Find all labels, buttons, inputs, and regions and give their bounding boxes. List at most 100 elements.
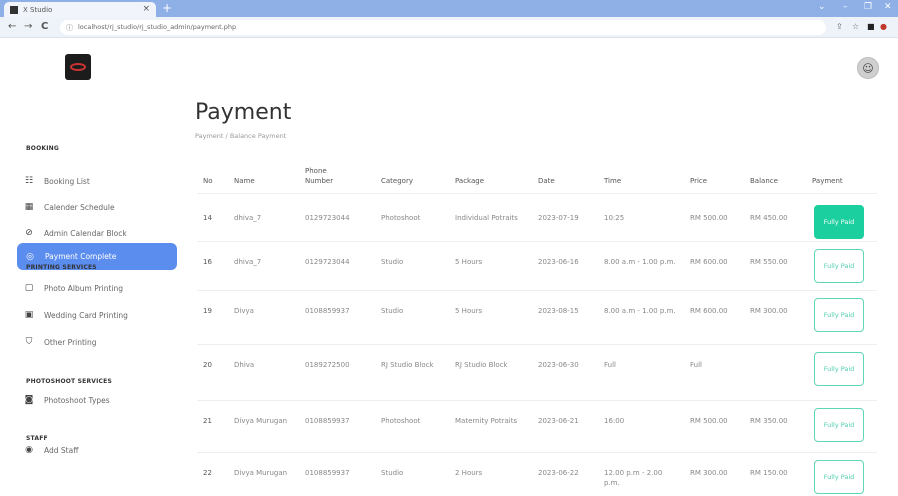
user-icon: ◉: [25, 445, 33, 455]
cell-phone: 0129723044: [305, 258, 350, 266]
printer-icon: ⛉: [25, 337, 33, 347]
cell-price: RM 500.00: [690, 417, 728, 425]
fully-paid-button[interactable]: Fully Paid: [814, 205, 864, 239]
cell-time: 10:25: [604, 214, 625, 222]
maximize-icon[interactable]: ❐: [864, 2, 872, 12]
row-divider: [197, 344, 877, 345]
back-button[interactable]: ←: [8, 21, 16, 32]
sidebar-item-add-staff[interactable]: ◉ Add Staff: [22, 439, 78, 461]
fully-paid-button[interactable]: Fully Paid: [814, 460, 864, 494]
sidebar-item-label: Add Staff: [44, 445, 79, 455]
sidebar: BOOKING ☷ Booking List ▦ Calender Schedu…: [0, 38, 190, 496]
col-header-phone: Phone Number: [305, 167, 334, 185]
sidebar-item-calender-schedule[interactable]: ▦ Calender Schedule: [22, 196, 115, 218]
url-text: localhost/rj_studio/rj_studio_admin/paym…: [78, 23, 237, 31]
breadcrumb-payment[interactable]: Payment: [195, 132, 223, 140]
cell-category: Studio: [381, 469, 404, 477]
cell-phone: 0129723044: [305, 214, 350, 222]
cell-name: dhiva_7: [234, 258, 262, 266]
cell-date: 2023-06-30: [538, 361, 579, 369]
new-tab-button[interactable]: +: [162, 1, 172, 15]
browser-tab[interactable]: X Studio ×: [4, 2, 156, 17]
row-divider: [197, 241, 877, 242]
cell-no: 19: [203, 307, 212, 315]
browser-tab-bar: X Studio × + ⌄ – ❐ ✕: [0, 0, 898, 17]
cell-no: 21: [203, 417, 212, 425]
page-title: Payment: [195, 100, 292, 125]
cell-category: Photoshoot: [381, 214, 421, 222]
col-header-no: No: [203, 177, 213, 185]
cell-phone: 0108859937: [305, 307, 350, 315]
cell-price: RM 600.00: [690, 258, 728, 266]
minimize-icon[interactable]: ⌄: [818, 2, 826, 12]
cell-time: 16:00: [604, 417, 625, 425]
sidebar-item-admin-calendar-block[interactable]: ⊘ Admin Calendar Block: [22, 222, 127, 244]
cell-package: 2 Hours: [455, 469, 483, 477]
col-header-category: Category: [381, 177, 413, 185]
cell-time: 8.00 a.m - 1.00 p.m.: [604, 307, 676, 315]
logo-eye-icon: [70, 63, 86, 71]
fully-paid-button[interactable]: Fully Paid: [814, 352, 864, 386]
sidebar-item-label: Admin Calendar Block: [44, 228, 127, 238]
profile-icon[interactable]: ●: [880, 22, 887, 31]
studio-logo[interactable]: [65, 54, 91, 80]
user-avatar[interactable]: ☺: [857, 57, 879, 79]
cell-price: Full: [690, 361, 702, 369]
address-bar: ← → C ⓘ localhost/rj_studio/rj_studio_ad…: [0, 17, 898, 38]
cell-date: 2023-07-19: [538, 214, 579, 222]
fully-paid-button[interactable]: Fully Paid: [814, 298, 864, 332]
restore-icon[interactable]: –: [843, 2, 848, 12]
sidebar-item-label: Other Printing: [44, 337, 97, 347]
window-close-icon[interactable]: ✕: [884, 2, 892, 12]
col-header-price: Price: [690, 177, 708, 185]
header-divider: [197, 193, 877, 194]
cell-time: 8.00 a.m - 1.00 p.m.: [604, 258, 676, 266]
forward-button[interactable]: →: [24, 21, 32, 32]
sidebar-item-other-printing[interactable]: ⛉ Other Printing: [22, 331, 97, 353]
cell-category: Studio: [381, 258, 404, 266]
sidebar-item-label: Booking List: [44, 176, 90, 186]
cell-no: 22: [203, 469, 212, 477]
cell-category: Studio: [381, 307, 404, 315]
bookmark-star-icon[interactable]: ☆: [852, 22, 859, 31]
cell-category: Photoshoot: [381, 417, 421, 425]
cell-price: RM 500.00: [690, 214, 728, 222]
fully-paid-button[interactable]: Fully Paid: [814, 249, 864, 283]
extensions-icon[interactable]: ■: [867, 22, 875, 31]
col-header-time: Time: [604, 177, 622, 185]
payment-icon: ◎: [26, 251, 34, 262]
sidebar-item-wedding-card-printing[interactable]: ▣ Wedding Card Printing: [22, 304, 128, 326]
site-info-icon[interactable]: ⓘ: [66, 23, 73, 33]
cell-phone: 0189272500: [305, 361, 350, 369]
cell-package: 5 Hours: [455, 307, 483, 315]
cell-price: RM 600.00: [690, 307, 728, 315]
url-field[interactable]: ⓘ localhost/rj_studio/rj_studio_admin/pa…: [60, 20, 826, 35]
calendar-icon: ▦: [24, 202, 34, 212]
fully-paid-button[interactable]: Fully Paid: [814, 408, 864, 442]
cell-date: 2023-06-16: [538, 258, 579, 266]
cell-phone: 0108859937: [305, 417, 350, 425]
sidebar-item-label: Calender Schedule: [44, 202, 115, 212]
share-icon[interactable]: ⇪: [836, 22, 843, 31]
row-divider: [197, 452, 877, 453]
sidebar-item-label: Photoshoot Types: [44, 395, 110, 405]
cell-no: 20: [203, 361, 212, 369]
tab-title: X Studio: [23, 5, 53, 14]
sidebar-item-label: Payment Complete: [45, 252, 117, 261]
cell-package: 5 Hours: [455, 258, 483, 266]
sidebar-item-photo-album-printing[interactable]: ▢ Photo Album Printing: [22, 277, 123, 299]
row-divider: [197, 290, 877, 291]
cell-package: RJ Studio Block: [455, 361, 508, 369]
cell-price: RM 300.00: [690, 469, 728, 477]
cell-time: Full: [604, 361, 616, 369]
cell-name: Dhiva: [234, 361, 255, 369]
sidebar-item-booking-list[interactable]: ☷ Booking List: [22, 170, 90, 192]
sidebar-item-label: Wedding Card Printing: [44, 310, 128, 320]
col-header-date: Date: [538, 177, 555, 185]
sidebar-item-photoshoot-types[interactable]: ◙ Photoshoot Types: [22, 389, 110, 411]
tab-close-icon[interactable]: ×: [142, 4, 150, 14]
favicon-icon: [10, 5, 18, 14]
reload-button[interactable]: C: [41, 21, 48, 32]
sidebar-section-printing: PRINTING SERVICES: [26, 264, 97, 271]
col-header-package: Package: [455, 177, 485, 185]
